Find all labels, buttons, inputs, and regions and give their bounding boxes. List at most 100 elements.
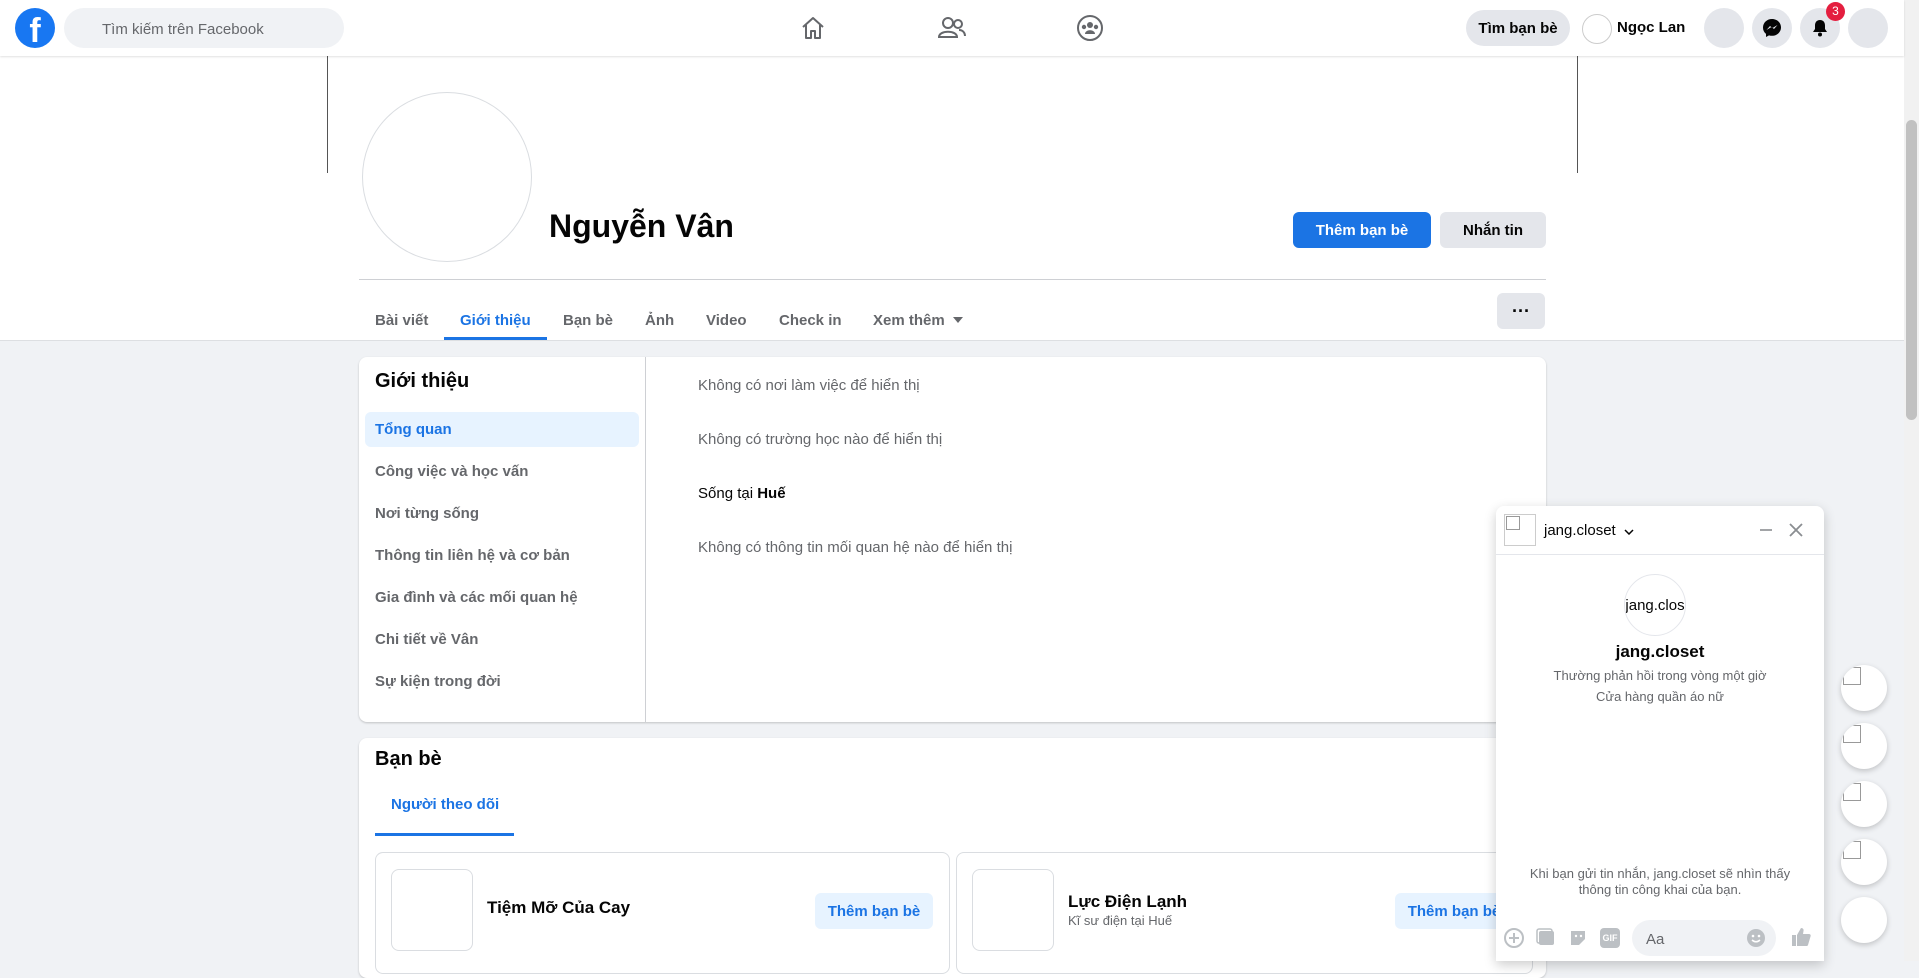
about-menu-work-education[interactable]: Công việc và học vấn <box>365 454 639 489</box>
groups-icon[interactable] <box>1070 8 1110 48</box>
profile-picture[interactable] <box>362 92 532 262</box>
tab-photos[interactable]: Ảnh <box>645 292 674 348</box>
about-menu-contact-info[interactable]: Thông tin liên hệ và cơ bản <box>365 538 639 573</box>
home-icon-svg <box>802 17 824 39</box>
school-info: Không có trường học nào để hiển thị <box>698 431 943 448</box>
tab-posts[interactable]: Bài viết <box>375 292 428 348</box>
lives-in-info: Sống tại Huế <box>698 485 786 502</box>
user-avatar[interactable] <box>1582 14 1612 44</box>
chat-response-time: Thường phản hồi trong vòng một giờ <box>1553 668 1767 683</box>
message-input[interactable] <box>1644 920 1748 958</box>
add-friend-button[interactable]: Thêm bạn bè <box>1293 212 1431 248</box>
message-input-box[interactable] <box>1632 920 1776 958</box>
friend-thumbnail[interactable] <box>972 869 1054 951</box>
search-box[interactable] <box>64 8 344 50</box>
tab-check-ins[interactable]: Check in <box>779 292 842 348</box>
about-menu-places-lived[interactable]: Nơi từng sống <box>365 496 639 531</box>
tab-more[interactable]: Xem thêm <box>873 292 963 348</box>
message-label: Nhắn tin <box>1463 221 1523 239</box>
friend-name[interactable]: Lực Điện Lạnh <box>1068 892 1187 912</box>
lives-in-city-link[interactable]: Huế <box>757 485 785 502</box>
friends-title: Bạn bè <box>375 748 442 770</box>
thumbs-up-icon <box>1792 928 1811 946</box>
profile-more-options-button[interactable]: ··· <box>1497 293 1545 329</box>
messenger-button[interactable] <box>1752 8 1792 48</box>
minimize-chat-button[interactable] <box>1756 520 1776 540</box>
account-button[interactable] <box>1848 8 1888 48</box>
about-menu-family[interactable]: Gia đình và các mối quan hệ <box>365 580 639 615</box>
chat-composer: GIF <box>1496 912 1824 961</box>
about-menu-details[interactable]: Chi tiết về Vân <box>365 622 639 657</box>
chat-head-bubble[interactable] <box>1841 723 1887 769</box>
facebook-logo[interactable]: f <box>15 8 55 48</box>
friend-add-label: Thêm bạn bè <box>1407 902 1501 920</box>
emoji-icon-svg <box>1747 929 1765 947</box>
close-chat-button[interactable] <box>1786 520 1806 540</box>
about-menu-life-events[interactable]: Sự kiện trong đời <box>365 664 639 699</box>
top-navigation-bar: f Tìm bạn bè Ngọc Lan 3 <box>0 0 1904 56</box>
find-friends-label: Tìm bạn bè <box>1478 19 1558 37</box>
messenger-icon <box>1763 19 1781 37</box>
plus-icon[interactable] <box>1504 928 1524 953</box>
about-card-separator <box>645 357 646 722</box>
relationship-info: Không có thông tin mối quan hệ nào để hi… <box>698 539 1013 556</box>
photo-icon[interactable] <box>1536 928 1556 953</box>
workplace-info: Không có nơi làm việc để hiển thị <box>698 377 920 394</box>
close-icon <box>1789 523 1803 537</box>
message-button[interactable]: Nhắn tin <box>1440 212 1546 248</box>
chat-profile-picture[interactable]: jang.clos <box>1624 574 1686 636</box>
broken-image-icon <box>1843 725 1861 743</box>
new-message-bubble[interactable] <box>1841 897 1887 943</box>
chat-profile-alt-text: jang.clos <box>1625 596 1685 614</box>
about-menu-overview[interactable]: Tổng quan <box>365 412 639 447</box>
chevron-down-icon <box>1624 529 1634 536</box>
chat-head-bubble[interactable] <box>1841 839 1887 885</box>
broken-image-icon <box>1843 667 1861 685</box>
tab-videos[interactable]: Video <box>706 292 747 348</box>
broken-image-icon <box>1506 516 1520 530</box>
bell-icon <box>1813 20 1827 37</box>
photo-icon-svg <box>1536 928 1554 945</box>
chat-head-bubble[interactable] <box>1841 781 1887 827</box>
sticker-icon-svg <box>1571 931 1585 945</box>
gif-icon[interactable]: GIF <box>1600 928 1620 948</box>
emoji-icon[interactable] <box>1746 928 1766 953</box>
minimize-icon <box>1760 529 1772 531</box>
friend-add-label: Thêm bạn bè <box>827 902 921 920</box>
tab-friends[interactable]: Bạn bè <box>563 292 613 348</box>
followers-tab-indicator <box>375 833 514 836</box>
add-friend-label: Thêm bạn bè <box>1315 221 1409 239</box>
friend-add-button[interactable]: Thêm bạn bè <box>815 893 933 929</box>
sticker-icon[interactable] <box>1568 928 1588 953</box>
scrollbar-thumb[interactable] <box>1906 120 1917 420</box>
followers-tab[interactable]: Người theo dõi <box>391 796 499 813</box>
broken-image-icon <box>1843 841 1861 859</box>
more-dots: ··· <box>1512 300 1530 321</box>
gif-label: GIF <box>1602 933 1618 943</box>
user-name-link[interactable]: Ngọc Lan <box>1617 19 1685 36</box>
chat-privacy-note: Khi bạn gửi tin nhắn, jang.closet sẽ nhì… <box>1529 866 1791 897</box>
active-tab-indicator <box>444 337 547 340</box>
plus-icon-svg <box>1504 928 1524 948</box>
search-input[interactable] <box>100 8 334 50</box>
chat-title-label: jang.closet <box>1544 522 1616 539</box>
friends-icon-svg <box>937 17 966 38</box>
like-icon[interactable] <box>1790 926 1812 953</box>
notification-badge: 3 <box>1826 2 1845 21</box>
chat-head-bubble[interactable] <box>1841 665 1887 711</box>
friend-thumbnail[interactable] <box>391 869 473 951</box>
chat-header[interactable]: jang.closet <box>1496 506 1824 555</box>
broken-image-icon <box>1843 783 1861 801</box>
home-icon[interactable] <box>793 8 833 48</box>
cover-border-left <box>327 56 328 173</box>
menu-button[interactable] <box>1704 8 1744 48</box>
tab-more-label: Xem thêm <box>873 311 945 329</box>
chat-category: Cửa hàng quần áo nữ <box>1595 689 1724 704</box>
chat-title[interactable]: jang.closet <box>1544 522 1634 539</box>
logo-letter: f <box>29 12 41 48</box>
chat-header-avatar[interactable] <box>1504 514 1536 546</box>
find-friends-button[interactable]: Tìm bạn bè <box>1466 10 1570 46</box>
friend-name[interactable]: Tiệm Mỡ Của Cay <box>487 898 630 918</box>
about-title: Giới thiệu <box>375 370 470 392</box>
friends-icon[interactable] <box>932 8 972 48</box>
